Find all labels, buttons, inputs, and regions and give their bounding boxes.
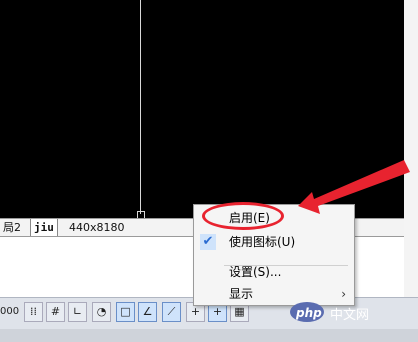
app-window: 局2 jiu 440x8180 000 ⁞⁞ # ∟ ◔ □ ∠ ⟋ + + ▦… [0, 0, 418, 342]
php-logo-icon: php [290, 302, 324, 322]
watermark-logo-text: php [296, 306, 322, 320]
site-watermark: php 中文网 [290, 300, 408, 324]
watermark-text: 中文网 [330, 308, 370, 323]
red-arrow-annotation [298, 160, 410, 214]
